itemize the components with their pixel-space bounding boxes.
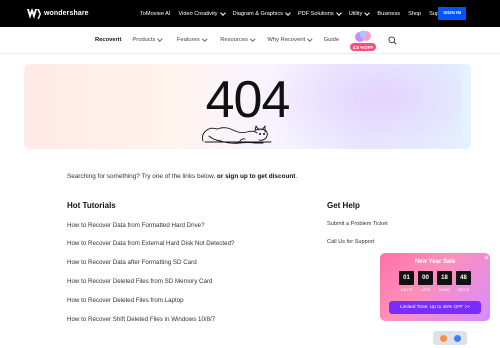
new-year-sale-widget: New Year Sale 01 DAYS 00 HRS 18 MINS 48 …: [380, 253, 490, 321]
topnav-item-tomoviee-ai[interactable]: ToMoviee AI: [140, 11, 170, 17]
topnav-item-video-creativity[interactable]: Video Creativity: [178, 9, 226, 17]
sale-cta-button[interactable]: Limited Time: Up to 45% OFF >>: [389, 301, 481, 314]
topnav-item-business[interactable]: Business: [377, 11, 400, 17]
top-navbar: wondershare ToMoviee AI Video Creativity…: [0, 0, 500, 27]
chevron-down-icon: [219, 9, 226, 16]
intro-plain: Searching for something? Try one of the …: [67, 173, 217, 180]
topnav-label: Utility: [348, 10, 363, 17]
page-root: wondershare ToMoviee AI Video Creativity…: [0, 0, 500, 348]
subnav-label: Products: [132, 37, 156, 43]
chevron-down-icon: [201, 36, 207, 42]
countdown-label: SECS: [457, 287, 470, 292]
wondershare-logo-icon: [27, 7, 41, 19]
topnav-item-utility[interactable]: Utility: [348, 9, 371, 17]
subnav-label: Why Recoverit: [267, 37, 306, 43]
discount-promo-badge[interactable]: 4.5 %OFF: [350, 30, 376, 52]
gift-balloons-icon: [355, 30, 371, 42]
top-nav-menu: ToMoviee AI Video Creativity Diagram & G…: [140, 9, 457, 17]
countdown-label: HRS: [420, 287, 431, 292]
countdown-minutes: 18 MINS: [437, 271, 452, 292]
signup-discount-link[interactable]: or sign up to get discount: [217, 173, 295, 180]
countdown-label: DAYS: [400, 287, 413, 292]
subnav-label: Recoverit: [95, 37, 122, 43]
tutorial-link[interactable]: How to Recover Data from Formatted Hard …: [67, 222, 205, 229]
countdown-value: 00: [418, 271, 433, 285]
subnav-item-why-recoverit[interactable]: Why Recoverit: [267, 36, 313, 43]
brand-logo[interactable]: wondershare: [0, 7, 120, 20]
topnav-label: Business: [377, 10, 401, 17]
tutorial-link[interactable]: How to Recover Deleted Files from SD Mem…: [67, 278, 212, 285]
cat-illustration: [202, 125, 272, 144]
submit-ticket-link[interactable]: Submit a Problem Ticket: [327, 221, 388, 227]
chat-icon[interactable]: [439, 334, 447, 342]
product-subnav: Recoverit Products Features Resources Wh…: [0, 27, 500, 54]
call-support-link[interactable]: Call Us for Support: [327, 239, 374, 245]
subnav-label: Resources: [220, 37, 248, 43]
subnav-item-guide[interactable]: Guide: [324, 37, 339, 43]
chevron-down-icon: [307, 36, 313, 42]
chevron-down-icon: [335, 9, 342, 16]
topnav-item-shop[interactable]: Shop: [408, 11, 421, 17]
countdown-timer: 01 DAYS 00 HRS 18 MINS 48 SECS: [399, 271, 475, 292]
sign-in-button[interactable]: SIGN IN: [438, 7, 466, 20]
brand-name: wondershare: [44, 10, 89, 17]
tutorial-link[interactable]: How to Recover Deleted Files from Laptop: [67, 297, 184, 304]
chevron-down-icon: [157, 36, 163, 42]
chevron-down-icon: [250, 36, 256, 42]
countdown-value: 01: [399, 271, 414, 285]
tutorial-link[interactable]: How to Recover Data after Formatting SD …: [67, 259, 197, 266]
countdown-value: 48: [456, 271, 471, 285]
countdown-hours: 00 HRS: [418, 271, 433, 292]
topnav-label: ToMoviee AI: [140, 10, 171, 17]
discount-tag: 4.5 %OFF: [350, 43, 376, 51]
countdown-seconds: 48 SECS: [456, 271, 471, 292]
tutorial-link[interactable]: How to Recover Data from External Hard D…: [67, 240, 234, 247]
error-hero-banner: 404: [24, 64, 471, 149]
topnav-item-diagram-graphics[interactable]: Diagram & Graphics: [232, 9, 291, 17]
subnav-label: Guide: [323, 37, 340, 43]
get-help-heading: Get Help: [327, 201, 360, 210]
subnav-label: Features: [176, 37, 200, 43]
chevron-down-icon: [364, 9, 371, 16]
topnav-label: PDF Solutions: [297, 10, 334, 17]
hot-tutorials-heading: Hot Tutorials: [67, 201, 116, 210]
subnav-item-resources[interactable]: Resources: [220, 36, 256, 43]
subnav-item-recoverit[interactable]: Recoverit: [95, 37, 121, 43]
search-icon[interactable]: [388, 36, 397, 45]
chevron-down-icon: [285, 9, 291, 16]
floating-tray: [433, 331, 467, 345]
sale-title: New Year Sale: [414, 259, 456, 265]
countdown-label: MINS: [439, 287, 450, 292]
countdown-value: 18: [437, 271, 452, 285]
topnav-label: Shop: [408, 10, 422, 17]
countdown-days: 01 DAYS: [399, 271, 414, 292]
subnav-item-features[interactable]: Features: [176, 36, 207, 43]
topnav-item-pdf-solutions[interactable]: PDF Solutions: [297, 9, 342, 17]
subnav-item-products[interactable]: Products: [132, 36, 163, 43]
intro-end: .: [295, 173, 298, 180]
tutorial-link[interactable]: How to Recover Shift Deleted Files in Wi…: [67, 316, 215, 323]
topnav-label: Diagram & Graphics: [232, 10, 283, 17]
intro-text: Searching for something? Try one of the …: [67, 173, 297, 180]
topnav-label: Video Creativity: [178, 10, 218, 17]
app-icon[interactable]: [453, 334, 461, 342]
